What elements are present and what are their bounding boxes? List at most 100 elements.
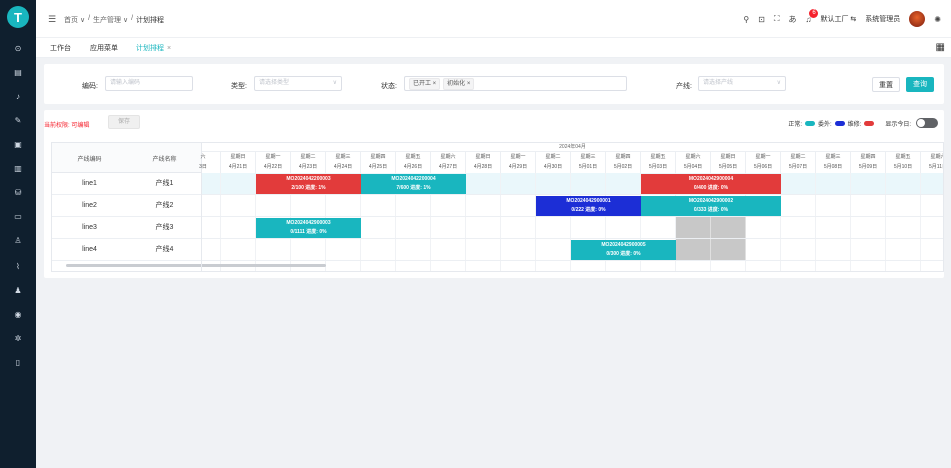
day-header: 星期三 4月24日 — [326, 152, 361, 173]
line-select[interactable]: 请选择产线 ∨ — [698, 76, 786, 91]
show-today-toggle[interactable] — [916, 118, 938, 128]
query-button[interactable]: 查询 — [906, 77, 934, 92]
work-order-code: MO2024042900005 — [601, 242, 646, 248]
tools-icon[interactable]: ✎ — [13, 116, 23, 126]
grid-line — [815, 173, 816, 271]
type-select[interactable]: 请选择类型 ∨ — [254, 76, 342, 91]
list-icon[interactable]: ▣ — [13, 140, 23, 150]
work-order-progress: 2/100 进度: 1% — [291, 185, 326, 191]
day-date: 5月09日 — [858, 164, 878, 170]
translate-icon[interactable]: あ — [788, 14, 796, 25]
day-header: 星期三 5月01日 — [571, 152, 606, 173]
legend-normal-label: 正常: — [788, 121, 802, 128]
day-header: 星期六 5月11日 — [921, 152, 943, 173]
phone-icon[interactable]: ▯ — [13, 358, 23, 368]
save-button[interactable]: 保存 — [108, 115, 140, 129]
row-line-code: line2 — [82, 202, 97, 209]
grid-line — [920, 173, 921, 271]
day-header: 星期日 5月05日 — [711, 152, 746, 173]
show-today-label: 显示今日: — [885, 121, 911, 128]
day-weekday: 星期六 — [685, 154, 701, 160]
line-select-placeholder: 请选择产线 — [703, 80, 734, 86]
fullscreen-icon[interactable]: ⛶ — [774, 14, 780, 24]
day-date: 4月29日 — [508, 164, 528, 170]
code-input[interactable]: 请输入编码 — [105, 76, 193, 91]
day-date: 5月05日 — [718, 164, 738, 170]
tab-workbench[interactable]: 工作台 — [50, 43, 71, 55]
avatar[interactable] — [909, 11, 926, 27]
horizontal-scrollbar[interactable] — [66, 264, 326, 267]
day-weekday: 星期五 — [895, 154, 911, 160]
trend-icon[interactable]: ⌇ — [13, 262, 23, 272]
gantt-fixed-header: 产线编码 产线名称 — [52, 143, 202, 173]
work-order-bar[interactable]: MO2024042900004 0/400 进度: 0% — [641, 174, 781, 194]
tab-app-menu[interactable]: 应用菜单 — [90, 43, 118, 55]
day-date: 5月08日 — [823, 164, 843, 170]
menu-toggle-icon[interactable]: ☰ — [48, 14, 56, 25]
day-header: 星期六 5月04日 — [676, 152, 711, 173]
status-chip-initialized[interactable]: 初始化 × — [443, 78, 475, 90]
bell-icon[interactable]: ♫ 6 — [805, 8, 819, 24]
user-name[interactable]: 系统管理员 — [865, 14, 900, 24]
day-header: 星期二 4月23日 — [291, 152, 326, 173]
status-select[interactable]: 已开工 × 初始化 × — [404, 76, 627, 91]
home-icon[interactable]: ⊙ — [13, 44, 23, 54]
work-order-bar[interactable]: MO2024042900003 0/1111 进度: 0% — [256, 218, 361, 238]
tabs-bar: 工作台 应用菜单 计划排程 × ▦ — [36, 38, 951, 58]
day-weekday: 星期四 — [615, 154, 631, 160]
settings-icon[interactable]: ◉ — [13, 310, 23, 320]
document-icon[interactable]: ▤ — [13, 68, 23, 78]
day-weekday: 星期四 — [860, 154, 876, 160]
qr-grid-icon[interactable]: ▦ — [936, 42, 945, 53]
work-order-bar[interactable]: MO2024042200003 2/100 进度: 1% — [256, 174, 361, 194]
day-date: 5月10日 — [893, 164, 913, 170]
day-date: 4月23日 — [298, 164, 318, 170]
app-logo[interactable]: T — [7, 6, 29, 28]
lock-icon[interactable]: ⊡ — [758, 15, 765, 24]
day-header: 星期三 5月08日 — [816, 152, 851, 173]
work-order-bar[interactable]: MO2024042900002 0/333 进度: 0% — [641, 196, 781, 216]
user-icon[interactable]: ♙ — [13, 236, 23, 246]
chart-icon[interactable]: ♪ — [13, 92, 23, 102]
blocked-cell — [711, 239, 746, 261]
reset-button[interactable]: 重置 — [872, 77, 900, 92]
factory-switch[interactable]: 默认工厂 ⇆ — [820, 14, 856, 24]
work-order-progress: 0/222 进度: 0% — [571, 207, 606, 213]
row-line-code: line1 — [82, 180, 97, 187]
gantt-chart: 产线编码 产线名称 2024年04月 六 3日 星期日 4月21日 星期一 4月22日 星期… — [51, 142, 944, 272]
gantt-timeline: 2024年04月 六 3日 星期日 4月21日 星期一 4月22日 星期二 4月23日 星期三 4… — [199, 143, 943, 271]
device-icon[interactable]: ▭ — [13, 212, 23, 222]
day-weekday: 星期日 — [720, 154, 736, 160]
gear-icon[interactable]: ✲ — [13, 334, 23, 344]
day-header: 星期二 4月30日 — [536, 152, 571, 173]
cart-icon[interactable]: ⛁ — [13, 188, 23, 198]
close-icon[interactable]: × — [167, 45, 171, 52]
day-header: 星期五 5月10日 — [886, 152, 921, 173]
people-icon[interactable]: ♟ — [13, 286, 23, 296]
tab-plan-schedule[interactable]: 计划排程 × — [136, 43, 171, 55]
work-order-bar[interactable]: MO2024042200004 7/600 进度: 1% — [361, 174, 466, 194]
sidebar: T ⊙ ▤ ♪ ✎ ▣ ▥ ⛁ ▭ ♙ ⌇ ♟ ◉ ✲ ▯ — [0, 0, 36, 468]
blocked-cell — [676, 239, 711, 261]
day-date: 5月11日 — [929, 164, 943, 170]
day-weekday: 星期四 — [370, 154, 386, 160]
settings-gear-icon[interactable]: ✺ — [934, 15, 941, 24]
breadcrumb-production[interactable]: 生产管理 ∨ — [93, 15, 128, 25]
breadcrumb-home[interactable]: 首页 ∨ — [64, 15, 85, 25]
day-header: 星期日 4月21日 — [221, 152, 256, 173]
search-icon[interactable]: ⚲ — [743, 15, 749, 24]
day-date: 4月26日 — [403, 164, 423, 170]
status-chip-started[interactable]: 已开工 × — [409, 78, 441, 90]
work-order-bar[interactable]: MO2024042900001 0/222 进度: 0% — [536, 196, 641, 216]
day-date: 4月25日 — [368, 164, 388, 170]
day-header: 六 3日 — [186, 152, 221, 173]
blocked-cell — [676, 217, 711, 239]
bar-chart-icon[interactable]: ▥ — [13, 164, 23, 174]
day-date: 4月24日 — [333, 164, 353, 170]
breadcrumb-separator: / — [88, 15, 91, 22]
tab-plan-schedule-label: 计划排程 — [136, 45, 164, 52]
work-order-bar[interactable]: MO2024042900005 0/300 进度: 0% — [571, 240, 676, 260]
work-order-progress: 0/300 进度: 0% — [606, 251, 641, 257]
day-date: 5月06日 — [753, 164, 773, 170]
work-order-progress: 7/600 进度: 1% — [396, 185, 431, 191]
